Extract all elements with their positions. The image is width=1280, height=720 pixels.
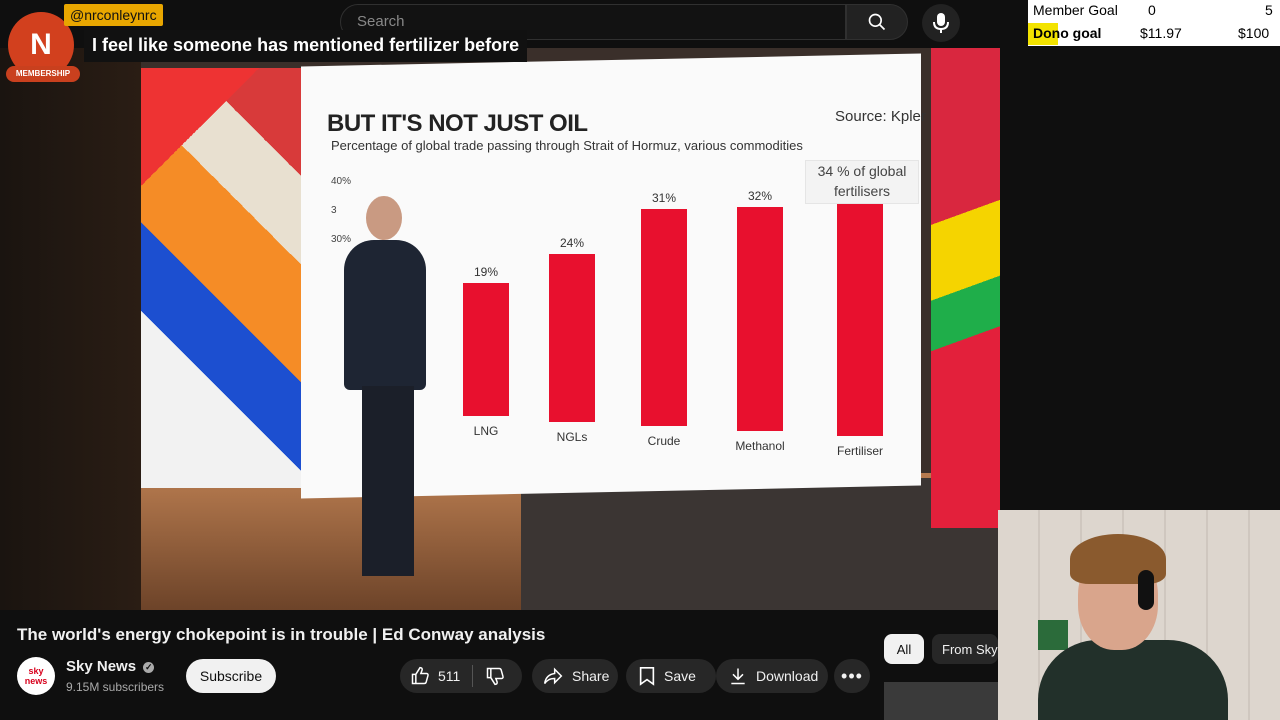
chart-data-label: 32% bbox=[747, 189, 773, 203]
y-tick-label: 40% bbox=[331, 176, 352, 187]
chart-bar bbox=[463, 283, 509, 416]
stream-goals: Member Goal 0 5 Dono goal $11.97 $100 bbox=[1028, 0, 1280, 46]
chart-bar bbox=[549, 254, 595, 422]
chart-category-label: Fertiliser bbox=[836, 444, 883, 458]
subscribe-button[interactable]: Subscribe bbox=[186, 659, 276, 693]
dono-goal-target: $100 bbox=[1238, 25, 1270, 41]
presenter bbox=[336, 196, 426, 586]
download-button[interactable]: Download bbox=[716, 659, 828, 693]
chart-category-label: Crude bbox=[647, 434, 681, 448]
chip-from-sky[interactable]: From Sky bbox=[932, 634, 998, 664]
thumbs-up-icon bbox=[411, 666, 429, 685]
subscriber-count: 9.15M subscribers bbox=[66, 680, 165, 694]
studio-wall-left bbox=[141, 68, 311, 488]
download-icon bbox=[731, 668, 745, 685]
chart-bar bbox=[837, 198, 883, 436]
like-count: 511 bbox=[438, 668, 461, 684]
dono-goal-current: $11.97 bbox=[1140, 25, 1182, 41]
chart-subtitle: Percentage of global trade passing throu… bbox=[331, 138, 803, 153]
chip-from-sky-label: From Sky bbox=[942, 641, 998, 657]
chart-bar bbox=[641, 209, 687, 426]
search-button[interactable] bbox=[846, 4, 908, 40]
verified-icon: ✓ bbox=[143, 662, 155, 673]
search-icon bbox=[868, 13, 886, 31]
share-label: Share bbox=[572, 668, 610, 684]
chart-category-label: Methanol bbox=[735, 439, 785, 453]
more-actions-button[interactable]: ••• bbox=[834, 659, 870, 693]
channel-avatar[interactable]: sky news bbox=[17, 657, 55, 695]
dono-goal-row: Dono goal $11.97 $100 bbox=[1028, 23, 1280, 45]
chart-bar bbox=[737, 207, 783, 431]
video-title: The world's energy chokepoint is in trou… bbox=[17, 625, 546, 644]
mic-icon bbox=[933, 13, 949, 33]
member-goal-label: Member Goal bbox=[1033, 2, 1118, 18]
chart-category-label: LNG bbox=[473, 424, 499, 438]
member-goal-target: 5 bbox=[1265, 2, 1273, 18]
thumbs-down-icon[interactable] bbox=[485, 666, 505, 686]
studio-wall-right bbox=[931, 48, 1000, 528]
channel-logo-text: sky news bbox=[24, 666, 48, 686]
chart-data-label: 19% bbox=[473, 265, 499, 279]
studio-floor-dark bbox=[521, 478, 1000, 610]
webcam-overlay bbox=[998, 510, 1280, 720]
share-button[interactable]: Share bbox=[532, 659, 618, 693]
membership-badge: MEMBERSHIP bbox=[6, 66, 80, 82]
chart-data-label: 24% bbox=[559, 236, 585, 250]
chart-data-label: 31% bbox=[651, 191, 677, 205]
video-player[interactable]: BUT IT'S NOT JUST OIL Percentage of glob… bbox=[0, 48, 1000, 610]
channel-name-text: Sky News bbox=[66, 658, 137, 675]
chat-message: I feel like someone has mentioned fertil… bbox=[84, 30, 528, 62]
chart-title: BUT IT'S NOT JUST OIL bbox=[327, 110, 588, 137]
like-divider bbox=[472, 665, 474, 687]
share-icon bbox=[543, 667, 563, 685]
chart-category-label: NGLs bbox=[556, 430, 588, 444]
more-icon: ••• bbox=[841, 665, 863, 686]
member-goal-current: 0 bbox=[1148, 2, 1156, 18]
chart-annotation: 34 % of global fertilisers bbox=[805, 160, 919, 204]
bookmark-icon bbox=[639, 667, 655, 686]
chip-all[interactable]: All bbox=[884, 634, 924, 664]
like-button[interactable]: 511 bbox=[400, 659, 522, 693]
save-label: Save bbox=[664, 668, 696, 684]
recommended-thumbnail[interactable] bbox=[884, 682, 998, 720]
chart-source: Source: Kpler bbox=[835, 108, 926, 125]
save-button[interactable]: Save bbox=[626, 659, 716, 693]
channel-name[interactable]: Sky News ✓ bbox=[66, 658, 155, 675]
chat-username: @nrconleynrc bbox=[64, 4, 163, 26]
voice-search-button[interactable] bbox=[922, 4, 960, 42]
download-label: Download bbox=[756, 668, 819, 684]
member-goal-row: Member Goal 0 5 bbox=[1028, 0, 1280, 22]
studio-scene: BUT IT'S NOT JUST OIL Percentage of glob… bbox=[141, 48, 1000, 610]
dono-goal-label: Dono goal bbox=[1033, 25, 1102, 41]
